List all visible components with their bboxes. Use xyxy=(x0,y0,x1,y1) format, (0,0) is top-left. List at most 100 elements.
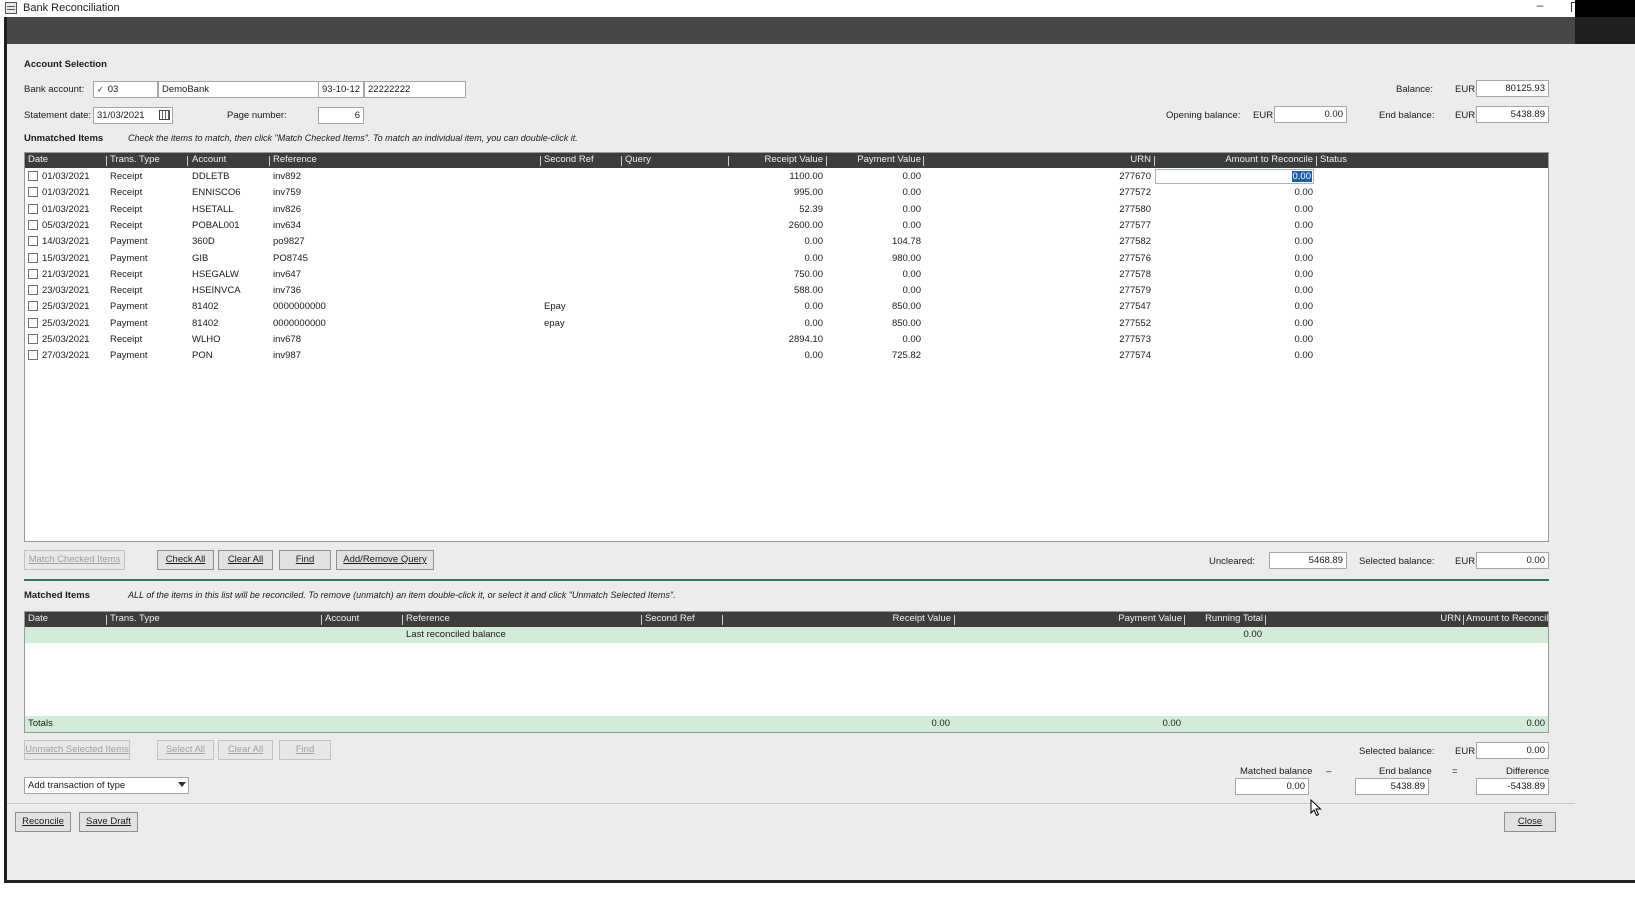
last-reconciled-label: Last reconciled balance xyxy=(406,629,506,640)
select-all-button[interactable]: Select All xyxy=(157,740,214,760)
col-running-total[interactable]: Running Total xyxy=(1205,613,1263,624)
row-checkbox[interactable] xyxy=(28,285,38,296)
col-reference[interactable]: Reference xyxy=(273,154,317,165)
reference-cell: PO8745 xyxy=(273,252,308,264)
clear-all-matched-button[interactable]: Clear All xyxy=(218,740,273,760)
sort-code-field: 93-10-12 xyxy=(318,81,364,98)
col-account[interactable]: Account xyxy=(192,154,226,165)
add-remove-query-button[interactable]: Add/Remove Query xyxy=(336,550,434,570)
col-payment-value[interactable]: Payment Value xyxy=(857,154,921,165)
unmatched-items-grid[interactable]: Date Trans. Type Account Reference Secon… xyxy=(24,152,1549,542)
amount-to-reconcile-cell[interactable]: 0.00 xyxy=(1295,236,1314,247)
col-second-ref[interactable]: Second Ref xyxy=(544,154,594,165)
selected-balance-field: 0.00 xyxy=(1476,552,1549,569)
col-query[interactable]: Query xyxy=(625,154,651,165)
amount-to-reconcile-cell[interactable]: 0.00 xyxy=(1295,350,1314,361)
row-checkbox[interactable] xyxy=(28,236,38,247)
amount-to-reconcile-cell[interactable]: 0.00 xyxy=(1295,187,1314,198)
col-status[interactable]: Status xyxy=(1320,154,1347,165)
col-account[interactable]: Account xyxy=(325,613,359,624)
minimize-button[interactable]: – xyxy=(1530,0,1550,14)
col-reference[interactable]: Reference xyxy=(406,613,450,624)
add-transaction-select[interactable]: Add transaction of type xyxy=(24,777,189,794)
match-checked-items-button[interactable]: Match Checked Items xyxy=(24,550,125,570)
bank-code-select[interactable]: ✓ 03 xyxy=(93,81,158,98)
row-checkbox[interactable] xyxy=(28,317,38,328)
find-matched-button[interactable]: Find xyxy=(279,740,331,760)
row-checkbox[interactable] xyxy=(28,301,38,312)
row-checkbox[interactable] xyxy=(28,268,38,279)
table-row[interactable]: 01/03/2021 Receipt ENNISCO6 inv759 995.00 0.0… xyxy=(25,185,1548,201)
totals-amount: 0.00 xyxy=(1526,718,1546,729)
check-all-button[interactable]: Check All xyxy=(157,550,214,570)
receipt-value-cell: 750.00 xyxy=(793,268,823,280)
table-row[interactable]: 25/03/2021 Payment 81402 0000000000 Epay 0.00… xyxy=(25,299,1548,315)
amount-to-reconcile-cell[interactable]: 0.00 xyxy=(1295,204,1314,215)
col-second-ref[interactable]: Second Ref xyxy=(645,613,695,624)
toolbar-strip xyxy=(7,17,1575,44)
close-button[interactable]: Close xyxy=(1504,812,1556,832)
col-trans-type[interactable]: Trans. Type xyxy=(110,154,160,165)
matched-selected-currency: EUR xyxy=(1455,746,1476,757)
find-button[interactable]: Find xyxy=(279,550,331,570)
matched-grid-header: Date Trans. Type Account Reference Secon… xyxy=(25,612,1548,627)
table-row[interactable]: 23/03/2021 Receipt HSEINVCA inv736 588.00 0.0… xyxy=(25,283,1548,299)
table-row[interactable]: 21/03/2021 Receipt HSEGALW inv647 750.00 0.00… xyxy=(25,267,1548,283)
table-row[interactable]: 25/03/2021 Receipt WLHO inv678 2894.10 0.00 27… xyxy=(25,332,1548,348)
col-trans-type[interactable]: Trans. Type xyxy=(110,613,160,624)
table-row[interactable]: 01/03/2021 Receipt DDLETB inv892 1100.00 0.00… xyxy=(25,169,1548,185)
amount-to-reconcile-input[interactable]: 0.00 xyxy=(1155,169,1314,184)
amount-to-reconcile-cell[interactable]: 0.00 xyxy=(1295,318,1314,329)
table-row[interactable]: 14/03/2021 Payment 360D po9827 0.00 104.78 277… xyxy=(25,234,1548,250)
table-row[interactable]: 27/03/2021 Payment PON inv987 0.00 725.82 2775… xyxy=(25,348,1548,364)
col-urn[interactable]: URN xyxy=(1440,613,1461,624)
col-receipt-value[interactable]: Receipt Value xyxy=(765,154,823,165)
calendar-icon[interactable] xyxy=(159,110,170,120)
col-date[interactable]: Date xyxy=(28,154,48,165)
reference-cell: inv759 xyxy=(273,187,301,199)
amount-to-reconcile-cell[interactable]: 0.00 xyxy=(1295,269,1314,280)
amount-to-reconcile-cell[interactable]: 0.00 xyxy=(1295,301,1314,312)
row-checkbox[interactable] xyxy=(28,350,38,361)
amount-to-reconcile-cell[interactable]: 0.00 xyxy=(1295,220,1314,231)
matched-items-grid[interactable]: Date Trans. Type Account Reference Secon… xyxy=(24,611,1549,733)
row-checkbox[interactable] xyxy=(28,203,38,214)
last-reconciled-row[interactable]: Last reconciled balance 0.00 xyxy=(25,627,1548,643)
window-title: Bank Reconciliation xyxy=(23,2,120,14)
row-checkbox[interactable] xyxy=(28,219,38,230)
unmatch-selected-items-button[interactable]: Unmatch Selected Items xyxy=(24,740,130,760)
row-checkbox[interactable] xyxy=(28,171,38,181)
uncleared-label: Uncleared: xyxy=(1209,556,1255,567)
statement-date-field[interactable]: 31/03/2021 xyxy=(93,107,173,124)
opening-balance-field[interactable]: 0.00 xyxy=(1274,106,1347,123)
clear-all-button[interactable]: Clear All xyxy=(218,550,273,570)
col-amount-to-reconcile[interactable]: Amount to Reconcile xyxy=(1225,154,1313,165)
row-checkbox[interactable] xyxy=(28,334,38,344)
save-draft-button[interactable]: Save Draft xyxy=(79,812,138,832)
chevron-down-icon: ✓ xyxy=(97,85,104,94)
end-balance-field[interactable]: 5438.89 xyxy=(1476,106,1549,123)
col-receipt-value[interactable]: Receipt Value xyxy=(893,613,951,624)
reference-cell: inv736 xyxy=(273,285,301,297)
col-amount-to-reconcile[interactable]: Amount to Reconcile xyxy=(1466,613,1548,624)
col-payment-value[interactable]: Payment Value xyxy=(1118,613,1182,624)
page-number-field[interactable]: 6 xyxy=(318,107,364,124)
amount-to-reconcile-cell[interactable]: 0.00 xyxy=(1295,285,1314,296)
payment-value-cell: 0.00 xyxy=(902,219,922,231)
amount-to-reconcile-cell[interactable]: 0.00 xyxy=(1295,334,1314,345)
receipt-value-cell: 0.00 xyxy=(804,301,824,313)
urn-cell: 277579 xyxy=(1119,285,1151,297)
unmatched-heading: Unmatched Items xyxy=(24,133,104,144)
table-row[interactable]: 25/03/2021 Payment 81402 0000000000 epay 0.00… xyxy=(25,316,1548,332)
row-checkbox[interactable] xyxy=(28,187,38,198)
table-row[interactable]: 01/03/2021 Receipt HSETALL inv826 52.39 0.00 2… xyxy=(25,202,1548,218)
row-checkbox[interactable] xyxy=(28,252,38,263)
table-row[interactable]: 05/03/2021 Receipt POBAL001 inv634 2600.00 0.… xyxy=(25,218,1548,234)
reconcile-button[interactable]: Reconcile xyxy=(15,812,71,832)
bank-account-label: Bank account: xyxy=(24,84,85,95)
selected-currency: EUR xyxy=(1455,556,1476,567)
amount-to-reconcile-cell[interactable]: 0.00 xyxy=(1295,253,1314,264)
col-date[interactable]: Date xyxy=(28,613,48,624)
col-urn[interactable]: URN xyxy=(1130,154,1151,165)
table-row[interactable]: 15/03/2021 Payment GIB PO8745 0.00 980.00 2775… xyxy=(25,251,1548,267)
